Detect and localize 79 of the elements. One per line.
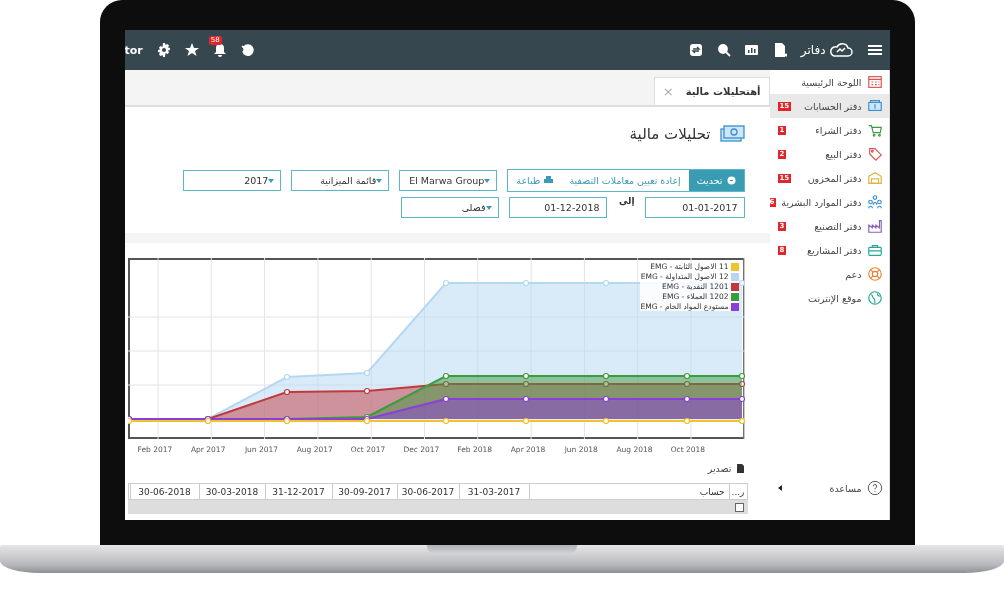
data-point: [522, 417, 529, 425]
row-checkbox[interactable]: [734, 502, 744, 512]
document-icon[interactable]: [772, 43, 787, 57]
to-label: إلى: [617, 196, 635, 206]
printer-icon: [544, 176, 554, 185]
data-point: [442, 279, 449, 287]
menu-icon[interactable]: [867, 43, 882, 57]
page-title: تحليلات مالية: [629, 125, 711, 143]
sidebar-label: دفتر البيع: [824, 148, 862, 160]
data-point: [283, 388, 290, 396]
data-point: [602, 417, 609, 425]
column-header[interactable]: 30-03-2018: [198, 484, 265, 499]
data-point: [522, 395, 529, 403]
money-stack-icon: [866, 98, 883, 114]
sidebar-label: اللوحة الرئيسية: [800, 76, 862, 88]
caret-icon: [485, 205, 492, 210]
data-point: [602, 279, 609, 287]
settings-icon[interactable]: [156, 43, 171, 57]
data-point: [442, 395, 449, 403]
briefcase-icon: [866, 242, 883, 258]
data-point: [602, 395, 609, 403]
data-point: [363, 387, 370, 395]
column-header[interactable]: 30-06-2017: [396, 484, 459, 499]
sidebar-label: دفتر التصنيع: [813, 220, 862, 232]
sidebar-label: موقع الإنترنت: [807, 292, 862, 304]
column-header[interactable]: 30-06-2018: [129, 484, 199, 499]
column-header[interactable]: 30-09-2017: [331, 484, 397, 499]
sidebar-item[interactable]: موقع الإنترنت: [769, 286, 889, 310]
date-field[interactable]: 01-01-2017: [644, 197, 745, 218]
chart-icon[interactable]: [744, 43, 759, 57]
dropdown[interactable]: 2017: [183, 170, 282, 191]
sidebar-label: دعم: [844, 268, 862, 280]
caret-icon: [376, 178, 383, 183]
bell-icon[interactable]: [212, 43, 227, 57]
search-icon[interactable]: [716, 43, 731, 57]
logo[interactable]: دفاتر: [800, 41, 854, 59]
data-point: [363, 369, 370, 377]
data-point: [442, 417, 449, 425]
column-header[interactable]: 31-12-2017: [264, 484, 332, 499]
factory-icon: [866, 218, 883, 234]
column-header[interactable]: حساب: [528, 484, 729, 499]
sidebar-label: دفتر الحسابات: [803, 100, 862, 112]
sync-icon[interactable]: [688, 43, 703, 57]
people-icon: [866, 194, 883, 210]
user-name[interactable]: tor: [124, 43, 143, 57]
tab[interactable]: أهتحليلات مالية ×: [653, 77, 770, 105]
dropdown[interactable]: فصلى: [400, 197, 499, 218]
data-point: [683, 417, 690, 425]
data-point: [738, 395, 745, 403]
star-icon[interactable]: [184, 43, 199, 57]
dropdown[interactable]: El Marwa Group: [399, 170, 498, 191]
data-point: [283, 373, 290, 381]
sidebar-label: دفتر المخزون: [806, 172, 862, 184]
export-link[interactable]: تصدير: [703, 459, 745, 477]
sidebar-label: دفتر المشاريع: [805, 244, 862, 256]
sidebar-item[interactable]: دعم: [769, 262, 889, 286]
column-header[interactable]: ر...: [728, 484, 747, 499]
file-icon: [735, 463, 745, 473]
column-header[interactable]: 31-03-2017: [458, 484, 529, 499]
money-stack-icon: [718, 124, 745, 144]
help-item[interactable]: مساعدة: [769, 476, 889, 500]
caret-icon[interactable]: [777, 485, 782, 491]
sidebar-item[interactable]: اللوحة الرئيسية: [769, 70, 889, 94]
sidebar-label: دفتر الشراء: [814, 124, 862, 136]
tag-icon: [866, 146, 883, 162]
globe-icon: [866, 290, 883, 306]
data-point: [683, 395, 690, 403]
warehouse-icon: [866, 170, 883, 186]
caret-icon: [484, 178, 491, 183]
dropdown[interactable]: قائمة الميزانية: [291, 170, 390, 191]
date-field[interactable]: 01-12-2018: [508, 197, 607, 218]
cart-icon: [866, 122, 883, 138]
lifebuoy-icon: [866, 266, 883, 282]
data-point: [522, 279, 529, 287]
data-point: [738, 417, 745, 425]
caret-icon: [268, 178, 275, 183]
sidebar-label: دفتر الموارد البشرية: [781, 196, 862, 208]
calendar-icon: [866, 74, 883, 90]
help-icon: [866, 480, 883, 496]
